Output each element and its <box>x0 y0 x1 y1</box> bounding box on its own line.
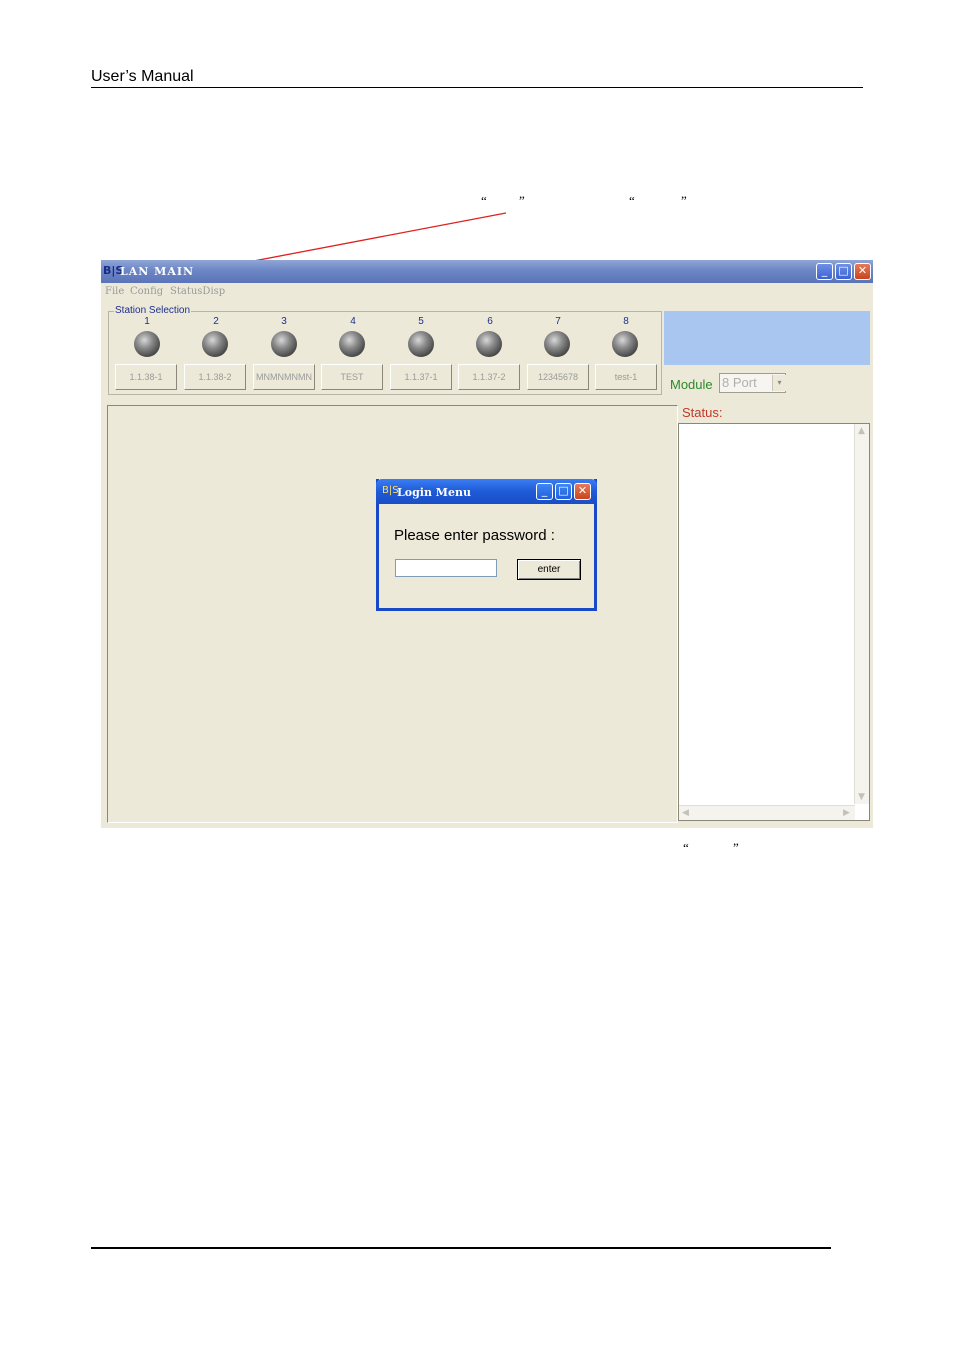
station-lamp-icon <box>544 331 570 357</box>
menu-file[interactable]: File <box>105 286 124 297</box>
menu-config[interactable]: Config <box>130 286 163 297</box>
station-lamp-icon <box>408 331 434 357</box>
enter-button[interactable]: enter <box>517 559 581 580</box>
maximize-icon: □ <box>838 264 849 277</box>
station-button[interactable]: 1.1.37-2 <box>458 364 520 390</box>
minimize-button[interactable]: _ <box>816 263 833 280</box>
station-number: 8 <box>623 316 629 327</box>
station-number: 3 <box>281 316 287 327</box>
station-selection-group: Station Selection 1 1.1.38-1 2 1.1.38-2 … <box>108 305 662 395</box>
minimize-icon: _ <box>821 264 828 277</box>
status-vertical-scrollbar[interactable]: ▲ ▼ <box>854 424 869 804</box>
login-title: Login Menu <box>397 486 471 499</box>
menu-bar: File Config StatusDisp <box>101 283 873 301</box>
station-button[interactable]: 12345678 <box>527 364 589 390</box>
chevron-down-icon[interactable]: ▾ <box>772 375 786 391</box>
annotation-arrow <box>113 212 507 290</box>
maximize-icon: □ <box>558 484 569 497</box>
open-quote: “ <box>683 840 689 855</box>
station-lamp-icon <box>134 331 160 357</box>
close-button[interactable]: ✕ <box>854 263 871 280</box>
minimize-icon: _ <box>541 484 548 497</box>
station-number: 2 <box>213 316 219 327</box>
login-close-button[interactable]: ✕ <box>574 483 591 500</box>
close-icon: ✕ <box>577 484 588 497</box>
scroll-left-icon[interactable]: ◀ <box>682 808 689 818</box>
password-input[interactable] <box>395 559 497 577</box>
scroll-right-icon[interactable]: ▶ <box>843 808 850 818</box>
station-button[interactable]: MNMNMNMN <box>253 364 315 390</box>
module-select[interactable]: 8 Port ▾ <box>719 373 786 393</box>
station-number: 1 <box>144 316 150 327</box>
station-button[interactable]: TEST <box>321 364 383 390</box>
app-title: LAN MAIN <box>120 265 195 278</box>
station-number: 7 <box>555 316 561 327</box>
station-number: 4 <box>350 316 356 327</box>
module-label: Module <box>670 377 713 392</box>
info-panel <box>664 311 870 365</box>
app-logo-icon: B|S <box>103 264 124 277</box>
station-button[interactable]: 1.1.38-2 <box>184 364 246 390</box>
station-button[interactable]: 1.1.38-1 <box>115 364 177 390</box>
status-log[interactable]: ▲ ▼ ◀ ▶ <box>678 423 870 821</box>
station-lamp-icon <box>271 331 297 357</box>
status-horizontal-scrollbar[interactable]: ◀ ▶ <box>679 805 855 820</box>
status-label: Status: <box>682 405 723 420</box>
close-icon: ✕ <box>857 264 868 277</box>
station-number: 6 <box>487 316 493 327</box>
scroll-up-icon[interactable]: ▲ <box>858 426 865 436</box>
scroll-down-icon[interactable]: ▼ <box>858 792 865 802</box>
login-dialog: B|S Login Menu _ □ ✕ Please enter passwo… <box>376 479 597 611</box>
login-maximize-button[interactable]: □ <box>555 483 572 500</box>
station-lamp-icon <box>339 331 365 357</box>
close-quote: ” <box>733 840 739 855</box>
main-display-area <box>107 405 678 823</box>
login-minimize-button[interactable]: _ <box>536 483 553 500</box>
login-titlebar[interactable]: B|S Login Menu _ □ ✕ <box>376 479 597 504</box>
station-lamp-icon <box>476 331 502 357</box>
station-selection-legend: Station Selection <box>114 305 192 316</box>
station-lamp-icon <box>612 331 638 357</box>
station-number: 5 <box>418 316 424 327</box>
footer-rule <box>91 1247 831 1249</box>
app-titlebar[interactable]: B|S LAN MAIN _ □ ✕ <box>101 260 873 283</box>
menu-statusdisp[interactable]: StatusDisp <box>170 286 225 297</box>
module-select-value: 8 Port <box>722 375 757 390</box>
login-prompt: Please enter password : <box>394 527 555 544</box>
station-button[interactable]: test-1 <box>595 364 657 390</box>
station-button[interactable]: 1.1.37-1 <box>390 364 452 390</box>
maximize-button[interactable]: □ <box>835 263 852 280</box>
station-lamp-icon <box>202 331 228 357</box>
